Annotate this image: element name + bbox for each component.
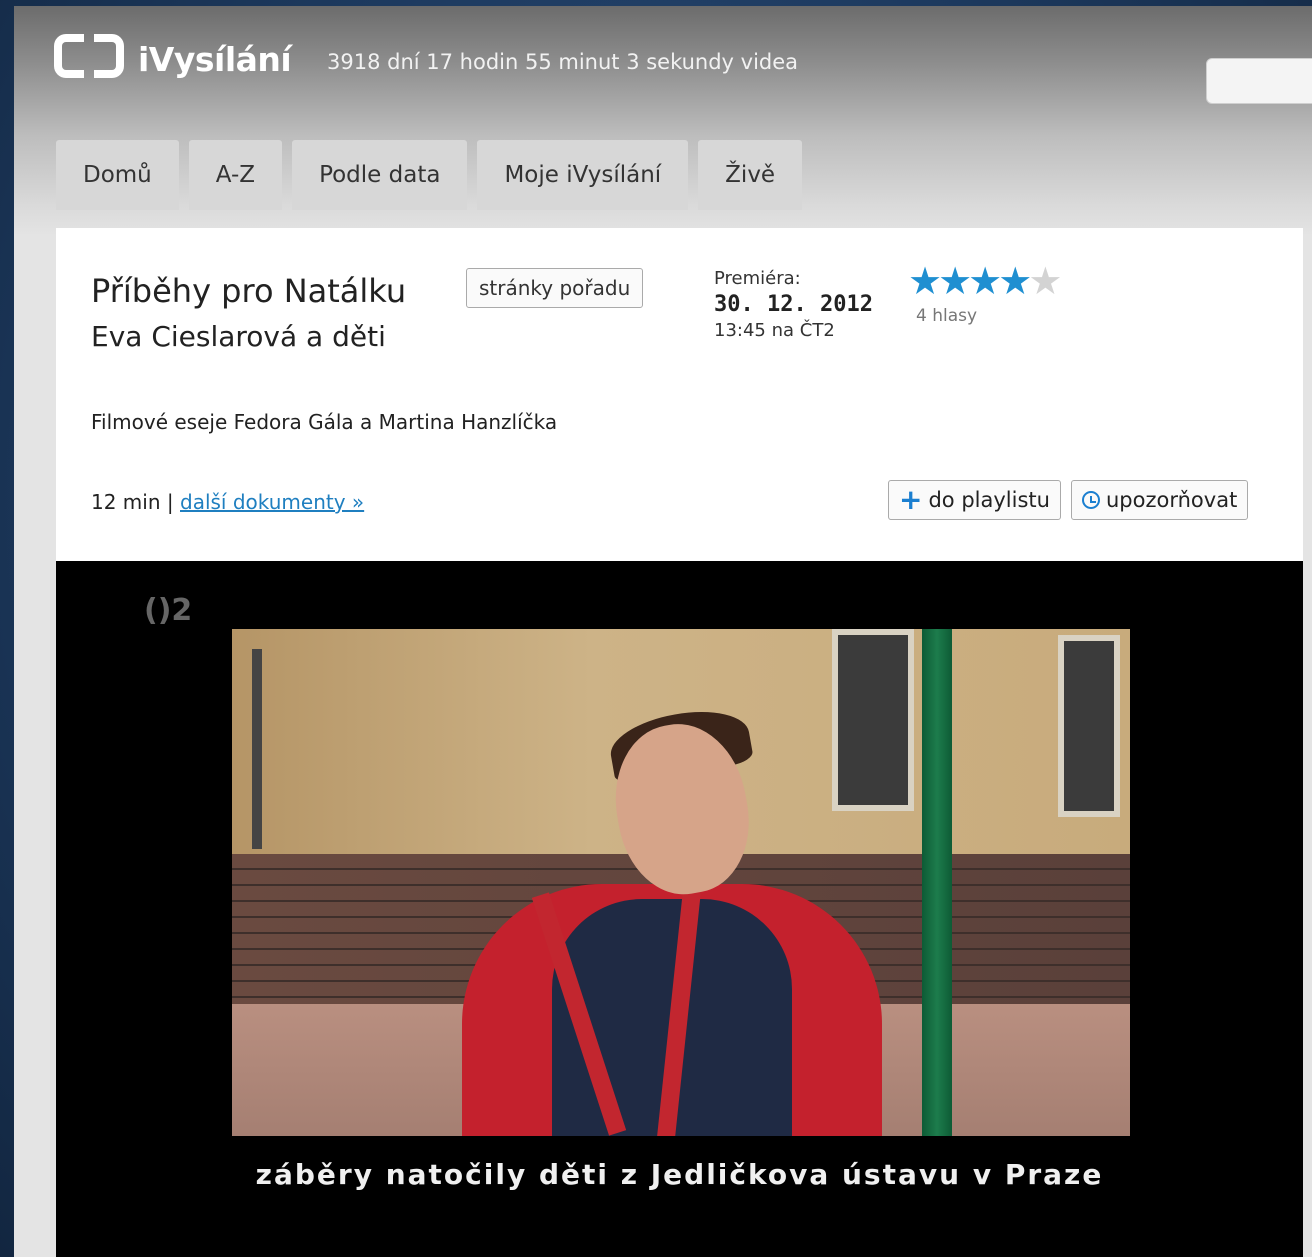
show-page-button[interactable]: stránky pořadu xyxy=(466,268,644,308)
tab-a-z[interactable]: A-Z xyxy=(188,140,283,210)
playlist-label: do playlistu xyxy=(928,488,1050,512)
program-meta: 12 min | další dokumenty » xyxy=(91,490,364,514)
tab-podle-data[interactable]: Podle data xyxy=(292,140,468,210)
plus-icon: + xyxy=(899,483,923,516)
star-empty-icon[interactable]: ★ xyxy=(1028,259,1062,303)
search-input[interactable] xyxy=(1206,58,1312,104)
logo-text: iVysílání xyxy=(138,39,292,79)
star-icon[interactable]: ★ xyxy=(938,259,972,303)
separator: | xyxy=(166,490,174,514)
main-nav: Domů A-Z Podle data Moje iVysílání Živě xyxy=(56,140,803,210)
ivysilani-logo[interactable]: iVysílání xyxy=(54,32,292,86)
premiere-date: 30. 12. 2012 xyxy=(714,292,873,317)
premiere-time: 13:45 na ČT2 xyxy=(714,320,835,341)
program-description: Filmové eseje Fedora Gála a Martina Hanz… xyxy=(91,410,558,434)
video-subtitle: záběry natočily děti z Jedličkova ústavu… xyxy=(255,1158,1104,1191)
video-player[interactable]: ()2 záběry natočily děti z Jedličkova ús… xyxy=(56,561,1303,1257)
tab-zive[interactable]: Živě xyxy=(698,140,803,210)
tab-moje-ivysilani[interactable]: Moje iVysílání xyxy=(477,140,689,210)
add-to-playlist-button[interactable]: + do playlistu xyxy=(888,480,1061,520)
star-icon[interactable]: ★ xyxy=(998,259,1032,303)
program-panel: Příběhy pro Natálku Eva Cieslarová a dět… xyxy=(56,228,1303,1257)
video-frame xyxy=(232,629,1130,1136)
ct-logo-icon xyxy=(54,32,132,86)
notify-label: upozorňovat xyxy=(1106,488,1238,512)
star-icon[interactable]: ★ xyxy=(908,259,942,303)
more-documents-link[interactable]: další dokumenty » xyxy=(180,490,364,514)
notify-button[interactable]: upozorňovat xyxy=(1071,480,1249,520)
video-counter: 3918 dní 17 hodin 55 minut 3 sekundy vid… xyxy=(327,50,799,74)
premiere-label: Premiéra: xyxy=(714,268,801,289)
program-title: Příběhy pro Natálku xyxy=(91,272,407,310)
channel-logo: ()2 xyxy=(144,593,193,628)
page-frame: iVysílání 3918 dní 17 hodin 55 minut 3 s… xyxy=(14,6,1312,1257)
rating-votes: 4 hlasy xyxy=(916,306,978,326)
duration: 12 min xyxy=(91,490,161,514)
clock-icon xyxy=(1082,491,1100,509)
rating-stars[interactable]: ★★★★★ xyxy=(908,259,1062,303)
episode-title: Eva Cieslarová a děti xyxy=(91,320,386,353)
tab-domu[interactable]: Domů xyxy=(56,140,179,210)
star-icon[interactable]: ★ xyxy=(968,259,1002,303)
